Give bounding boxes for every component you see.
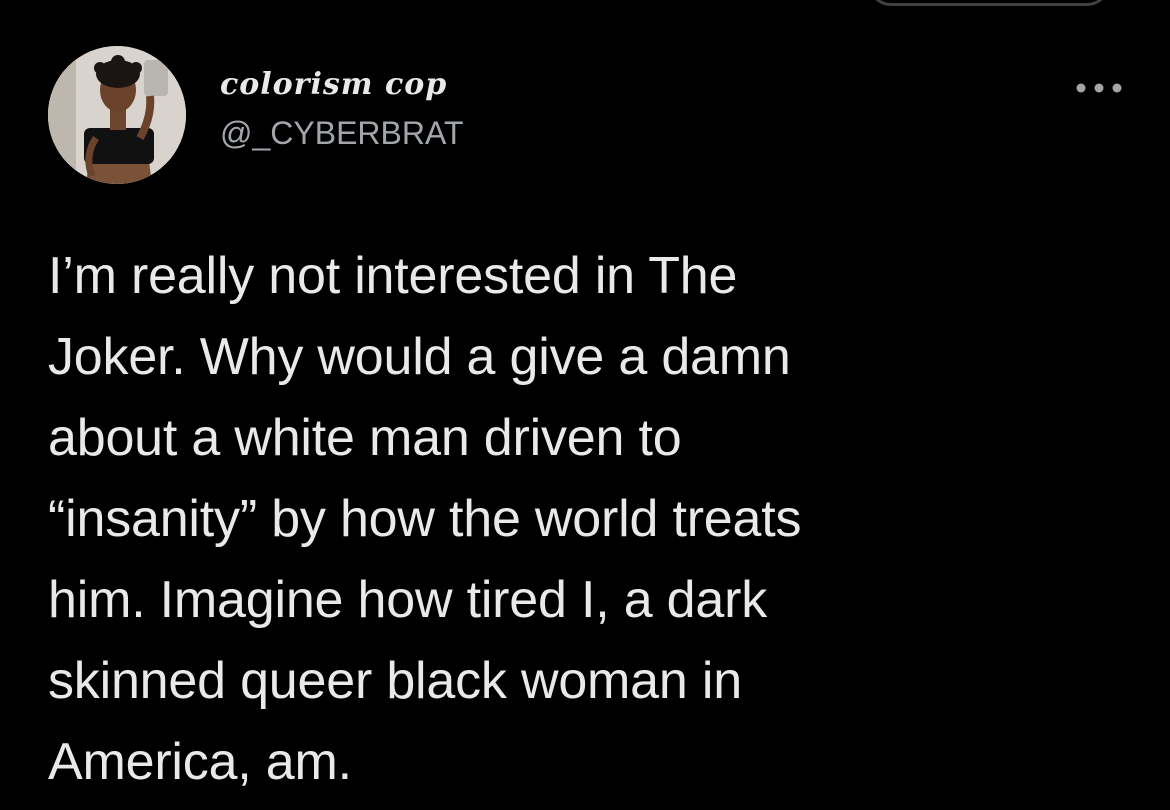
avatar[interactable] — [48, 46, 186, 184]
follow-button-outline[interactable] — [868, 0, 1110, 6]
tweet-text: I’m really not interested in The Joker. … — [48, 247, 802, 791]
profile-photo-icon — [48, 46, 186, 184]
author-names: colorism cop @_CYBERBRAT — [220, 66, 464, 152]
more-options-icon — [1076, 83, 1122, 93]
display-name[interactable]: colorism cop — [220, 66, 464, 104]
more-options-button[interactable] — [1072, 76, 1126, 100]
user-handle[interactable]: @_CYBERBRAT — [220, 114, 464, 152]
tweet-header: colorism cop @_CYBERBRAT — [48, 46, 1128, 186]
